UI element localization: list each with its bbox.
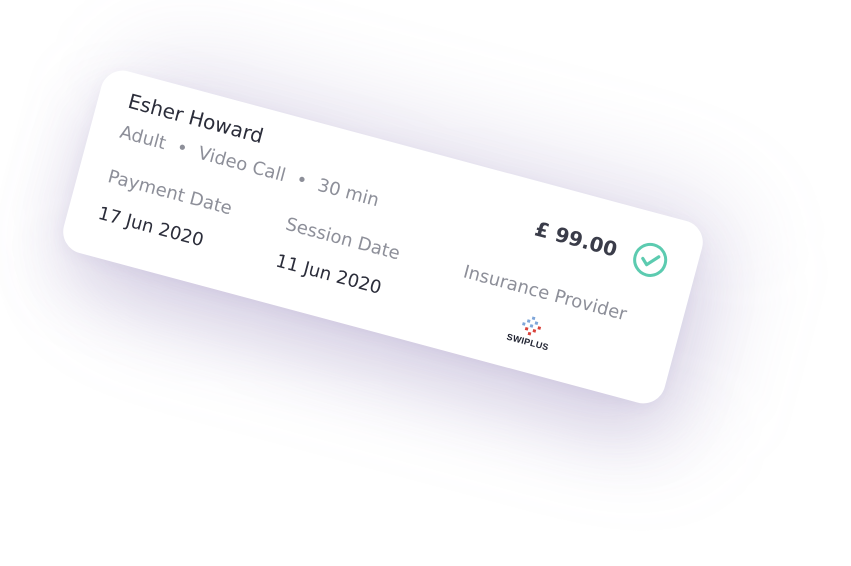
session-duration: 30 min <box>315 174 382 212</box>
insurance-provider-label: Insurance Provider <box>461 261 629 326</box>
meta-separator: • <box>293 169 310 193</box>
meta-separator: • <box>174 136 190 160</box>
screen: Esher Howard Adult • Video Call • 30 min… <box>0 0 851 566</box>
session-type: Video Call <box>195 142 288 187</box>
client-type: Adult <box>117 121 169 155</box>
payment-amount: £ 99.00 <box>532 216 620 262</box>
payment-date-value: 17 Jun 2020 <box>95 202 206 252</box>
session-date-value: 11 Jun 2020 <box>273 250 384 299</box>
insurance-provider-logo: SWIPLUS <box>495 309 564 365</box>
check-circle-icon <box>633 242 668 277</box>
